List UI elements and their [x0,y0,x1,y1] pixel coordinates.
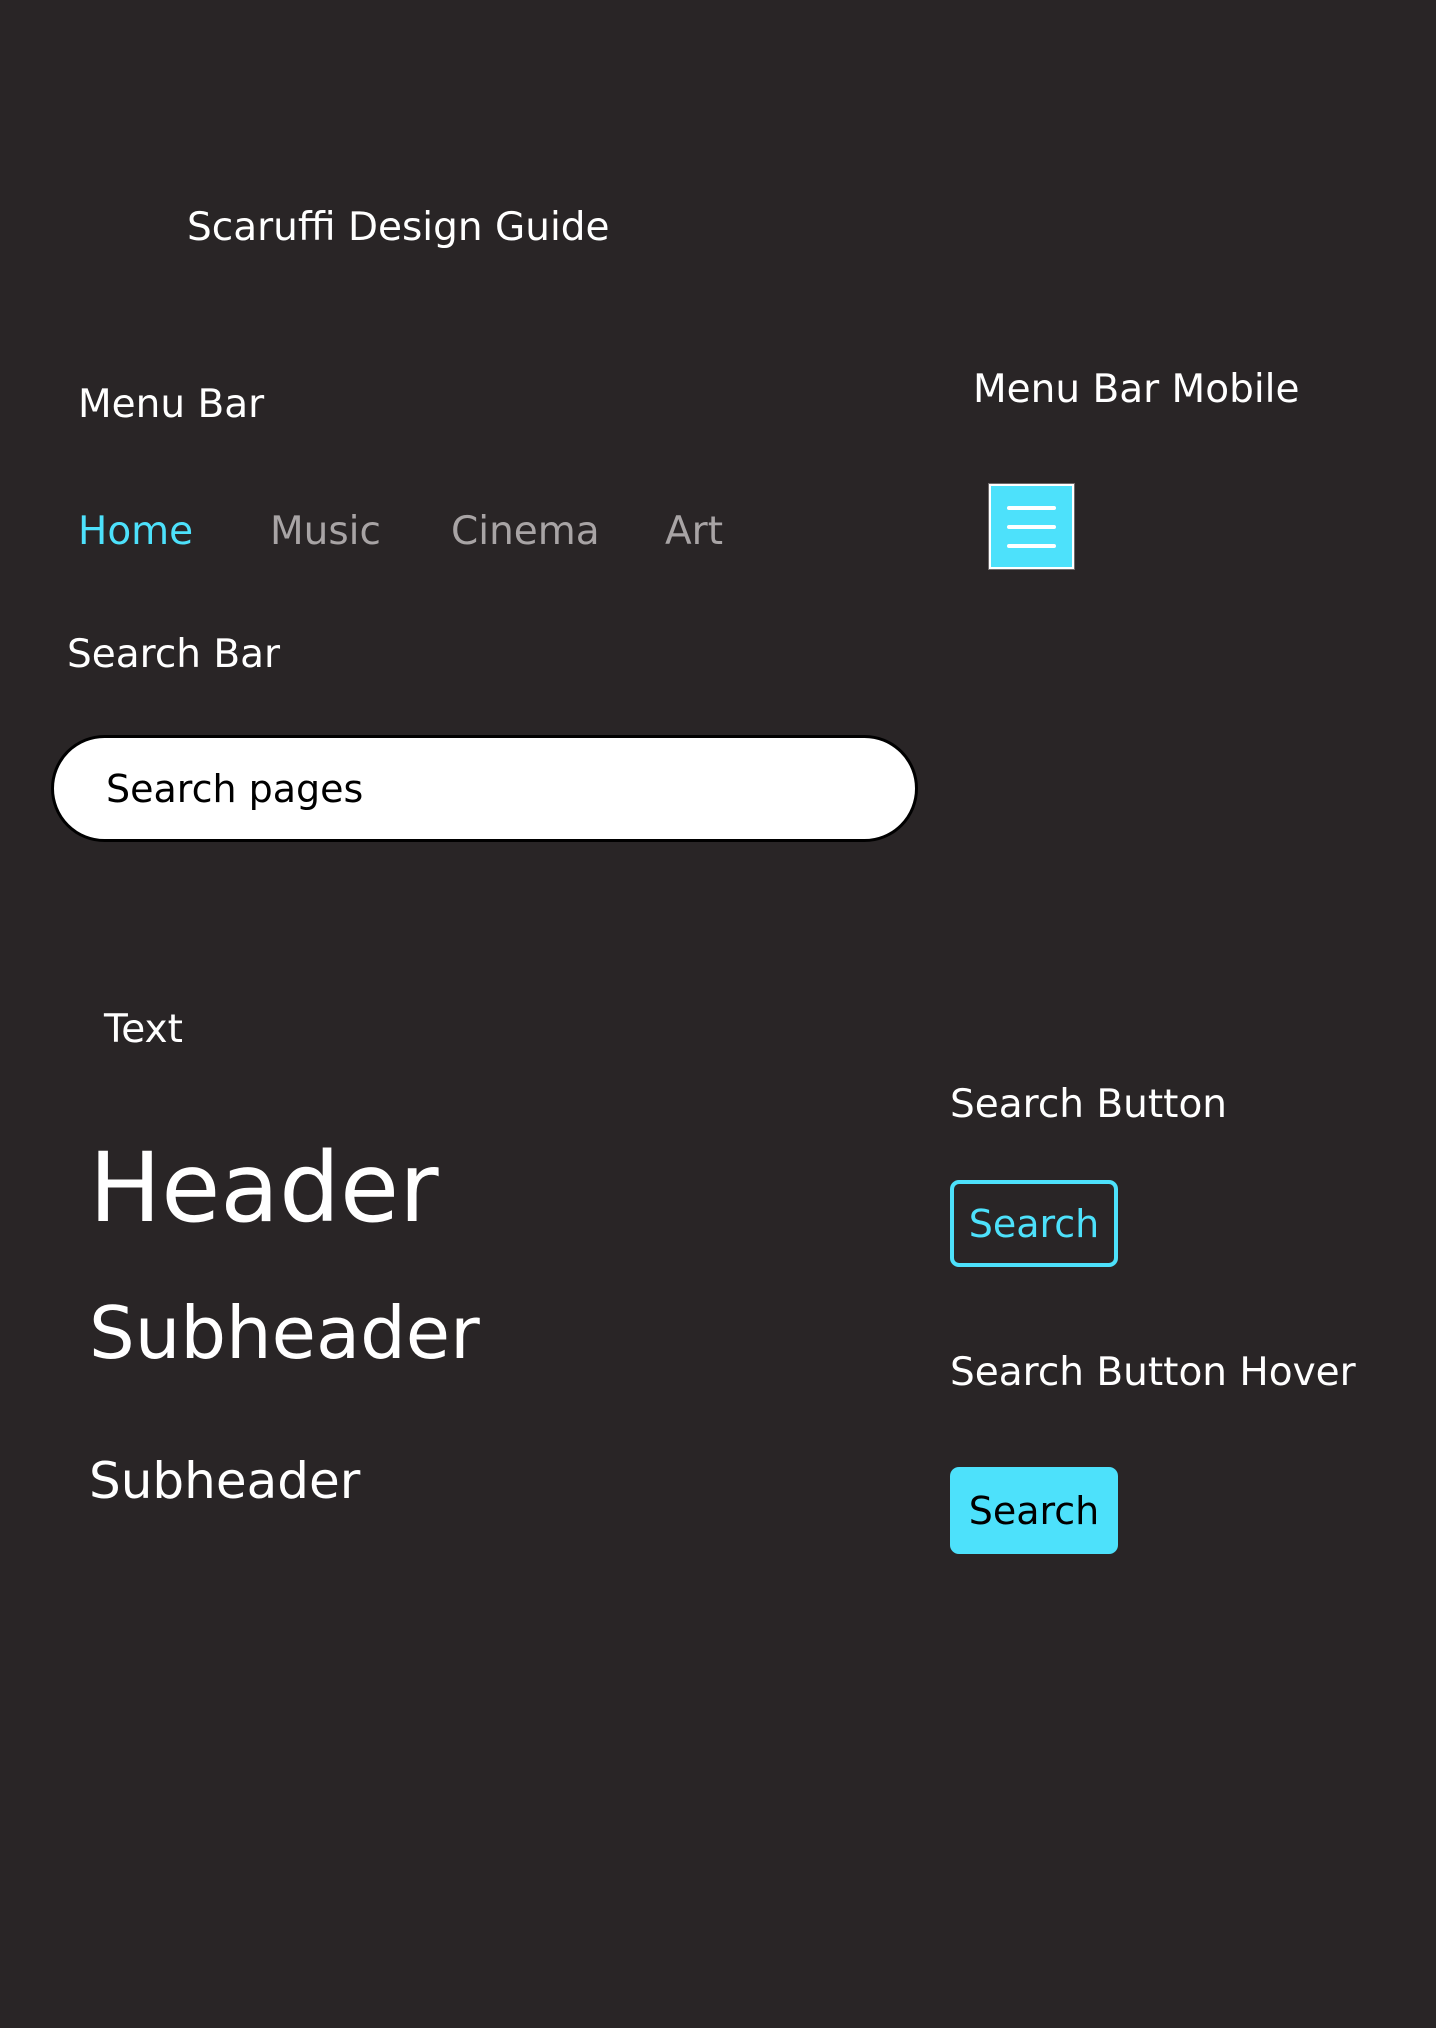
header-sample: Header [89,1132,439,1244]
hamburger-line [1007,525,1056,529]
search-button-hover[interactable]: Search [950,1467,1118,1554]
search-button-hover-label: Search Button Hover [950,1350,1356,1395]
nav-item-art[interactable]: Art [665,500,723,564]
menu-bar-label: Menu Bar [78,382,265,427]
text-section-label: Text [104,1007,183,1052]
subheader-small-sample: Subheader [89,1452,361,1510]
search-input[interactable] [106,738,866,839]
hamburger-line [1007,506,1056,510]
nav-item-music[interactable]: Music [270,500,381,564]
nav-item-cinema[interactable]: Cinema [451,500,600,564]
search-bar-label: Search Bar [67,632,281,677]
hamburger-line [1007,544,1056,548]
hamburger-menu-icon[interactable] [989,484,1074,569]
menu-bar-mobile-label: Menu Bar Mobile [973,367,1300,412]
nav-item-home[interactable]: Home [78,500,193,564]
search-bar [51,735,918,842]
page-title: Scaruffi Design Guide [187,205,610,250]
search-button[interactable]: Search [950,1180,1118,1267]
search-button-label: Search Button [950,1082,1228,1127]
subheader-large-sample: Subheader [89,1291,480,1375]
